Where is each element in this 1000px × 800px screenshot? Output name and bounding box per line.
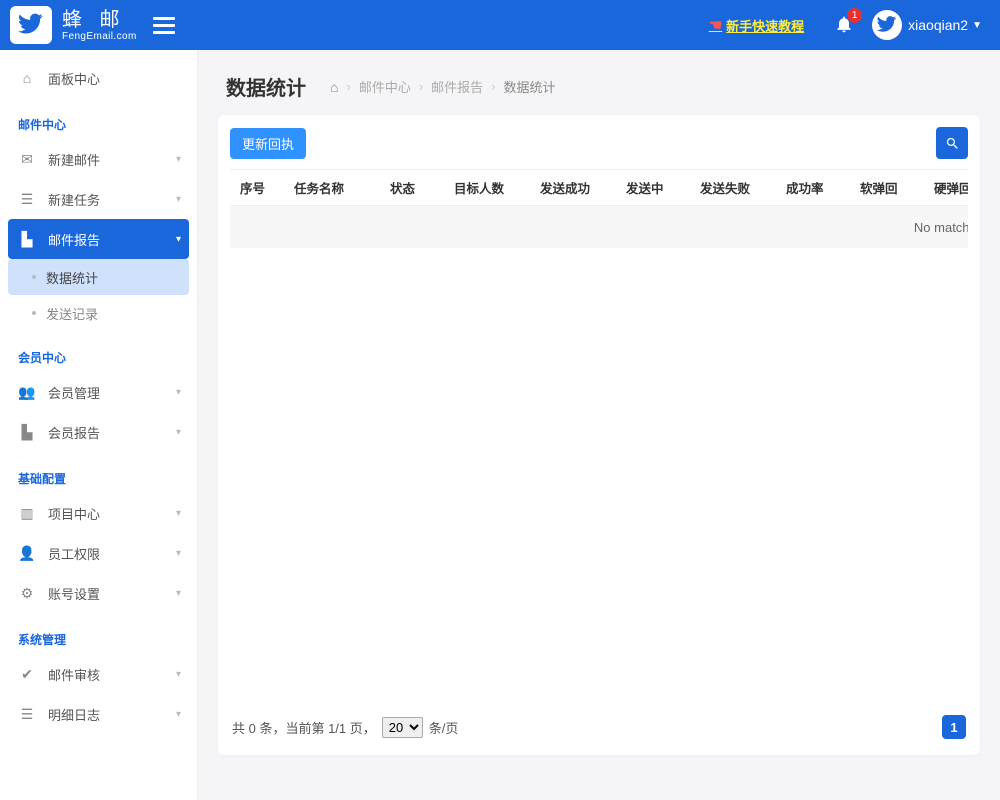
- dot-icon: [32, 275, 36, 279]
- pointer-icon: ☚: [709, 16, 722, 34]
- update-receipt-button[interactable]: 更新回执: [230, 128, 306, 159]
- avatar: [872, 10, 902, 40]
- notification-badge: 1: [847, 8, 862, 23]
- user-lock-icon: 👤: [16, 545, 38, 562]
- bird-icon: [876, 14, 898, 36]
- sidebar-item-new-task[interactable]: ☰ 新建任务: [0, 179, 197, 219]
- brand-name-cn: 蜂 邮: [62, 9, 137, 31]
- table-header-cell[interactable]: 发送中: [616, 178, 690, 197]
- building-icon: ▥: [16, 505, 38, 522]
- chevron-right-icon: ›: [419, 79, 423, 94]
- pager-summary: 共 0 条，当前第 1/1 页，: [232, 718, 376, 737]
- sidebar-item-member-report[interactable]: ▙ 会员报告: [0, 412, 197, 452]
- search-button[interactable]: [936, 127, 968, 159]
- table-header-cell[interactable]: 硬弹回: [924, 178, 968, 197]
- sidebar-item-review[interactable]: ✔ 邮件审核: [0, 654, 197, 694]
- page-title: 数据统计: [226, 72, 306, 101]
- pager-suffix: 条/页: [429, 718, 459, 737]
- sidebar-item-label: 数据统计: [46, 268, 98, 287]
- sidebar-item-new-mail[interactable]: ✉ 新建邮件: [0, 139, 197, 179]
- chevron-right-icon: ›: [491, 79, 495, 94]
- table-header-cell[interactable]: 任务名称: [284, 178, 380, 197]
- brand-mark: [10, 6, 52, 44]
- sidebar-item-dashboard[interactable]: ⌂ 面板中心: [0, 58, 197, 98]
- table-header-cell[interactable]: 目标人数: [444, 178, 530, 197]
- home-icon: ⌂: [16, 70, 38, 86]
- brand-text: 蜂 邮 FengEmail.com: [62, 9, 137, 42]
- user-name: xiaoqian2: [908, 17, 968, 33]
- sidebar-item-label: 面板中心: [48, 69, 100, 88]
- users-icon: 👥: [16, 384, 38, 401]
- breadcrumb-item-current: 数据统计: [504, 77, 556, 96]
- brand-logo[interactable]: 蜂 邮 FengEmail.com: [10, 0, 137, 50]
- page-header: 数据统计 ⌂ › 邮件中心 › 邮件报告 › 数据统计: [198, 50, 1000, 115]
- main-content: 数据统计 ⌂ › 邮件中心 › 邮件报告 › 数据统计 更新回执 序号任务名称状…: [198, 50, 1000, 800]
- chart-icon: ▙: [16, 424, 38, 441]
- tutorial-link[interactable]: ☚ 新手快速教程: [709, 16, 804, 35]
- pagination: 共 0 条，当前第 1/1 页， 20 条/页 1: [230, 705, 968, 739]
- sidebar-subitem-stats[interactable]: 数据统计: [8, 259, 189, 295]
- breadcrumb: ⌂ › 邮件中心 › 邮件报告 › 数据统计: [330, 77, 556, 96]
- gear-icon: ⚙: [16, 585, 38, 602]
- breadcrumb-item[interactable]: 邮件中心: [359, 77, 411, 96]
- table-header-cell[interactable]: 发送失败: [690, 178, 776, 197]
- sidebar-subitem-sendlog[interactable]: 发送记录: [0, 295, 197, 331]
- list-icon: ☰: [16, 706, 38, 723]
- menu-toggle-icon[interactable]: [153, 13, 175, 38]
- user-menu[interactable]: xiaoqian2 ▼: [872, 10, 982, 40]
- sidebar-group-mail: 邮件中心: [0, 98, 197, 139]
- sidebar-item-member-manage[interactable]: 👥 会员管理: [0, 372, 197, 412]
- table-header-cell[interactable]: 序号: [230, 178, 284, 197]
- sidebar-group-member: 会员中心: [0, 331, 197, 372]
- sidebar-item-mail-report[interactable]: ▙ 邮件报告: [8, 219, 189, 259]
- brand-name-en: FengEmail.com: [62, 31, 137, 42]
- table-header-cell[interactable]: 成功率: [776, 178, 850, 197]
- search-icon: [945, 136, 960, 151]
- notification-bell[interactable]: 1: [834, 14, 854, 37]
- list-icon: ☰: [16, 191, 38, 208]
- sidebar-item-label: 发送记录: [46, 304, 98, 323]
- top-bar: 蜂 邮 FengEmail.com ☚ 新手快速教程 1 xiaoqian2 ▼: [0, 0, 1000, 50]
- sidebar-item-account[interactable]: ⚙ 账号设置: [0, 573, 197, 613]
- sidebar-item-label: 项目中心: [48, 504, 100, 523]
- sidebar-group-base: 基础配置: [0, 452, 197, 493]
- table-header-cell[interactable]: 发送成功: [530, 178, 616, 197]
- sidebar-item-label: 新建邮件: [48, 150, 100, 169]
- check-icon: ✔: [16, 666, 38, 683]
- page-indicator[interactable]: 1: [942, 715, 966, 739]
- sidebar-group-system: 系统管理: [0, 613, 197, 654]
- sidebar-item-label: 邮件审核: [48, 665, 100, 684]
- sidebar-item-label: 明细日志: [48, 705, 100, 724]
- sidebar-item-log[interactable]: ☰ 明细日志: [0, 694, 197, 734]
- table-header-row: 序号任务名称状态目标人数发送成功发送中发送失败成功率软弹回硬弹回提交操作: [230, 170, 968, 206]
- tutorial-link-label: 新手快速教程: [726, 16, 804, 35]
- chevron-down-icon: ▼: [972, 20, 982, 31]
- sidebar-item-label: 会员管理: [48, 383, 100, 402]
- sidebar-item-label: 员工权限: [48, 544, 100, 563]
- sidebar-item-label: 会员报告: [48, 423, 100, 442]
- sidebar-item-project[interactable]: ▥ 项目中心: [0, 493, 197, 533]
- home-icon[interactable]: ⌂: [330, 79, 338, 95]
- table-scroll[interactable]: 序号任务名称状态目标人数发送成功发送中发送失败成功率软弹回硬弹回提交操作 No …: [230, 169, 968, 705]
- envelope-icon: ✉: [16, 151, 38, 168]
- chevron-right-icon: ›: [346, 79, 350, 94]
- sidebar-item-label: 账号设置: [48, 584, 100, 603]
- sidebar-item-staff[interactable]: 👤 员工权限: [0, 533, 197, 573]
- sidebar-item-label: 邮件报告: [48, 230, 100, 249]
- table-empty-row: No matching records found: [230, 206, 968, 248]
- sidebar-item-label: 新建任务: [48, 190, 100, 209]
- chart-icon: ▙: [16, 231, 38, 248]
- sidebar-nav: ⌂ 面板中心 邮件中心 ✉ 新建邮件 ☰ 新建任务 ▙ 邮件报告 数据统计 发送…: [0, 50, 198, 800]
- data-card: 更新回执 序号任务名称状态目标人数发送成功发送中发送失败成功率软弹回硬弹回提交操…: [218, 115, 980, 755]
- bird-icon: [17, 11, 45, 39]
- breadcrumb-item[interactable]: 邮件报告: [431, 77, 483, 96]
- table-header-cell[interactable]: 状态: [380, 178, 444, 197]
- data-table: 序号任务名称状态目标人数发送成功发送中发送失败成功率软弹回硬弹回提交操作 No …: [230, 170, 968, 248]
- card-toolbar: 更新回执: [230, 127, 968, 159]
- page-size-select[interactable]: 20: [382, 717, 423, 738]
- dot-icon: [32, 311, 36, 315]
- table-header-cell[interactable]: 软弹回: [850, 178, 924, 197]
